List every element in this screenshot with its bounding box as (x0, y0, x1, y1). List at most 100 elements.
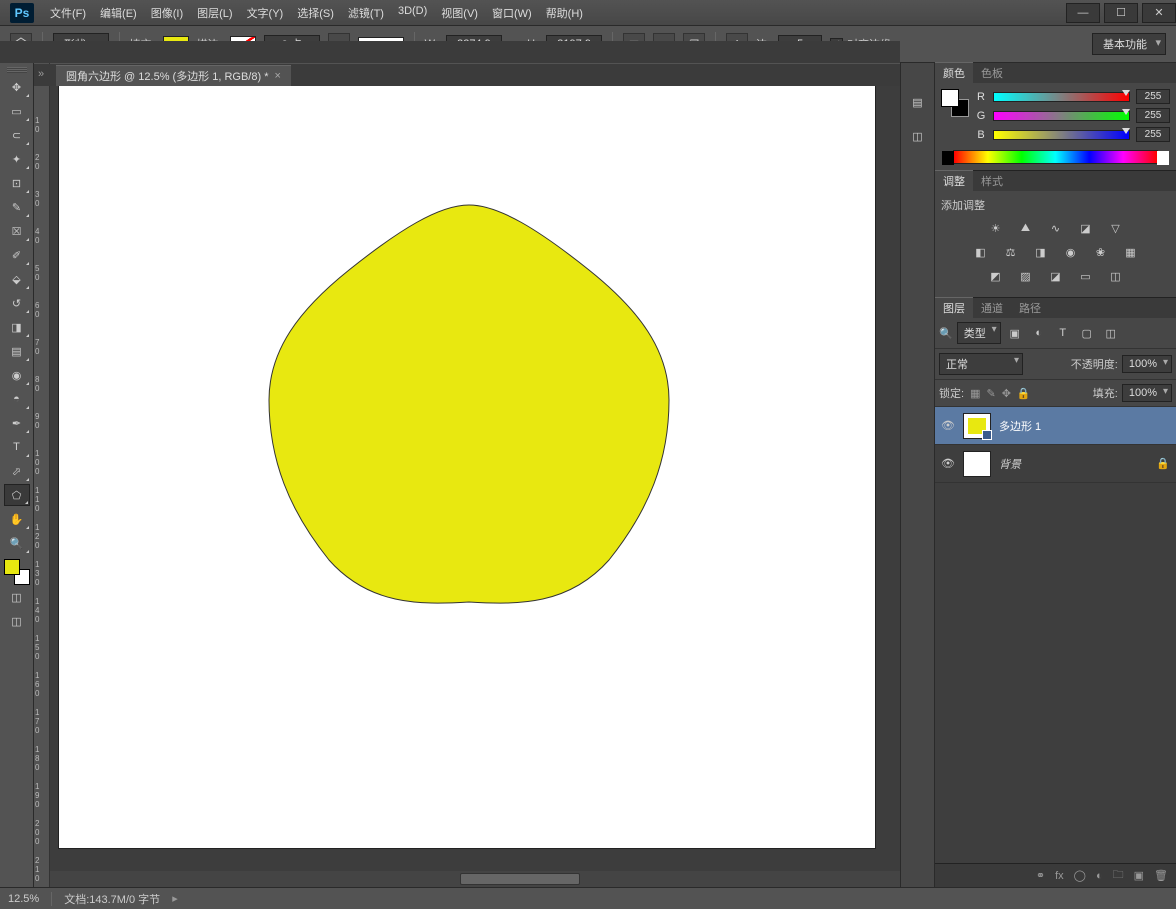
lock-all-icon[interactable]: 🔒 (1017, 387, 1031, 400)
horizontal-scrollbar[interactable] (50, 871, 900, 887)
link-layers-icon[interactable]: ⚭ (1036, 869, 1045, 882)
screen-mode-icon[interactable]: ◫ (4, 610, 30, 632)
tab-channels[interactable]: 通道 (973, 298, 1011, 318)
group-icon[interactable]: 🗀 (1113, 866, 1124, 885)
levels-icon[interactable]: ⛰ (1016, 219, 1036, 237)
posterize-icon[interactable]: ▨ (1016, 267, 1036, 285)
layer-filter-dropdown[interactable]: 类型 (957, 322, 1001, 344)
delete-layer-icon[interactable]: 🗑 (1154, 869, 1168, 882)
tab-swatches[interactable]: 色板 (973, 63, 1011, 83)
adjustment-layer-icon[interactable]: ◐ (1096, 870, 1103, 882)
dodge-tool[interactable]: ◓ (4, 388, 30, 410)
lock-paint-icon[interactable]: ✎ (986, 387, 995, 400)
fg-bg-colors[interactable] (4, 559, 30, 585)
tab-styles[interactable]: 样式 (973, 171, 1011, 191)
photo-filter-icon[interactable]: ◉ (1061, 243, 1081, 261)
tab-paths[interactable]: 路径 (1011, 298, 1049, 318)
g-input[interactable] (1136, 108, 1170, 123)
curves-icon[interactable]: ∿ (1046, 219, 1066, 237)
channel-mixer-icon[interactable]: ❀ (1091, 243, 1111, 261)
wand-tool[interactable]: ✦ (4, 148, 30, 170)
path-select-tool[interactable]: ⬀ (4, 460, 30, 482)
mask-icon[interactable]: ◯ (1074, 869, 1086, 882)
filter-smart-icon[interactable]: ◫ (1101, 324, 1121, 342)
menu-item[interactable]: 编辑(E) (94, 1, 143, 25)
tab-color[interactable]: 颜色 (935, 62, 973, 83)
menu-item[interactable]: 滤镜(T) (342, 1, 390, 25)
zoom-tool[interactable]: 🔍 (4, 532, 30, 554)
visibility-icon[interactable]: 👁 (941, 457, 955, 470)
menu-item[interactable]: 文字(Y) (241, 1, 290, 25)
properties-icon[interactable]: ◫ (907, 125, 929, 147)
b-input[interactable] (1136, 127, 1170, 142)
hue-icon[interactable]: ◧ (971, 243, 991, 261)
r-slider[interactable] (993, 92, 1130, 102)
brightness-icon[interactable]: ☀ (986, 219, 1006, 237)
canvas-area[interactable] (50, 79, 900, 887)
close-tab-icon[interactable]: × (274, 70, 280, 82)
b-slider[interactable] (993, 130, 1130, 140)
hand-tool[interactable]: ✋ (4, 508, 30, 530)
minimize-button[interactable]: — (1066, 3, 1100, 23)
move-tool[interactable]: ✥ (4, 76, 30, 98)
history-icon[interactable]: ▤ (907, 91, 929, 113)
menu-item[interactable]: 文件(F) (44, 1, 92, 25)
stamp-tool[interactable]: ⬙ (4, 268, 30, 290)
filter-pixel-icon[interactable]: ▣ (1005, 324, 1025, 342)
zoom-level[interactable]: 12.5% (8, 893, 39, 905)
menu-item[interactable]: 选择(S) (291, 1, 340, 25)
threshold-icon[interactable]: ◪ (1046, 267, 1066, 285)
eyedropper-tool[interactable]: ✎ (4, 196, 30, 218)
doc-info[interactable]: 文档:143.7M/0 字节 (64, 891, 160, 907)
menu-item[interactable]: 窗口(W) (486, 1, 538, 25)
exposure-icon[interactable]: ◪ (1076, 219, 1096, 237)
fx-icon[interactable]: fx (1055, 870, 1064, 882)
tab-layers[interactable]: 图层 (935, 297, 973, 318)
g-slider[interactable] (993, 111, 1130, 121)
crop-tool[interactable]: ⊡ (4, 172, 30, 194)
r-input[interactable] (1136, 89, 1170, 104)
gradient-tool[interactable]: ▤ (4, 340, 30, 362)
filter-shape-icon[interactable]: ▢ (1077, 324, 1097, 342)
bw-icon[interactable]: ◨ (1031, 243, 1051, 261)
color-fgbg[interactable] (941, 89, 969, 117)
menu-item[interactable]: 图层(L) (191, 1, 238, 25)
selective-color-icon[interactable]: ◫ (1106, 267, 1126, 285)
brush-tool[interactable]: ✐ (4, 244, 30, 266)
tab-adjustments[interactable]: 调整 (935, 170, 973, 191)
lock-trans-icon[interactable]: ▦ (970, 387, 980, 400)
history-brush-tool[interactable]: ↺ (4, 292, 30, 314)
expand-docs-icon[interactable]: » (38, 68, 52, 82)
new-layer-icon[interactable]: ▣ (1134, 869, 1144, 882)
workspace-switcher[interactable]: 基本功能 (1092, 33, 1166, 55)
filter-type-icon[interactable]: T (1053, 324, 1073, 342)
layer-row[interactable]: 👁多边形 1 (935, 407, 1176, 445)
quickmask-icon[interactable]: ◫ (4, 586, 30, 608)
invert-icon[interactable]: ◩ (986, 267, 1006, 285)
color-spectrum[interactable] (953, 150, 1158, 164)
lasso-tool[interactable]: ⊂ (4, 124, 30, 146)
close-button[interactable]: ✕ (1142, 3, 1176, 23)
menu-item[interactable]: 图像(I) (145, 1, 189, 25)
lookup-icon[interactable]: ▦ (1121, 243, 1141, 261)
blend-mode-dropdown[interactable]: 正常 (939, 353, 1023, 375)
menu-item[interactable]: 帮助(H) (540, 1, 589, 25)
blur-tool[interactable]: ◉ (4, 364, 30, 386)
lock-move-icon[interactable]: ✥ (1002, 387, 1011, 400)
opacity-input[interactable]: 100% (1122, 355, 1172, 373)
vibrance-icon[interactable]: ▽ (1106, 219, 1126, 237)
layer-row[interactable]: 👁背景🔒 (935, 445, 1176, 483)
marquee-tool[interactable]: ▭ (4, 100, 30, 122)
heal-tool[interactable]: ☒ (4, 220, 30, 242)
maximize-button[interactable]: ☐ (1104, 3, 1138, 23)
pen-tool[interactable]: ✒ (4, 412, 30, 434)
menu-item[interactable]: 视图(V) (435, 1, 484, 25)
balance-icon[interactable]: ⚖ (1001, 243, 1021, 261)
fill-opacity-input[interactable]: 100% (1122, 384, 1172, 402)
gradient-map-icon[interactable]: ▭ (1076, 267, 1096, 285)
visibility-icon[interactable]: 👁 (941, 419, 955, 432)
menu-item[interactable]: 3D(D) (392, 1, 433, 25)
document-tab[interactable]: 圆角六边形 @ 12.5% (多边形 1, RGB/8) * × (56, 65, 291, 86)
document-canvas[interactable] (58, 79, 876, 849)
type-tool[interactable]: T (4, 436, 30, 458)
